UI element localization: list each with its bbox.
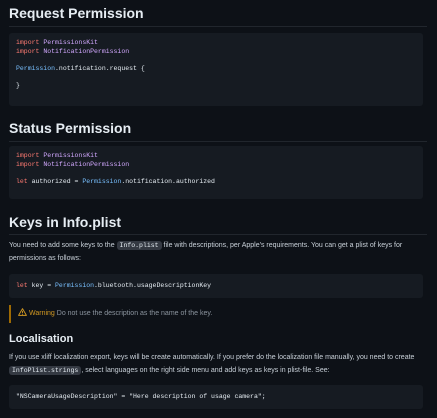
code-identifier: Permission (82, 177, 122, 185)
code-block-localisation: "NSCameraUsageDescription" = "Here descr… (9, 385, 423, 409)
code-text: } (16, 81, 20, 89)
code-text: = (43, 282, 56, 289)
code-text: .bluetooth.usageDescriptionKey (94, 282, 212, 289)
code-keyword: import (16, 47, 40, 55)
code-keyword: import (16, 160, 40, 168)
code-variable: key (31, 282, 44, 289)
code-keyword: let (16, 282, 28, 289)
heading-keys-info-plist: Keys in Info.plist (9, 214, 122, 230)
keys-paragraph: You need to add some keys to the Info.pl… (9, 240, 427, 265)
code-block-status: import PermissionsKit import Notificatio… (9, 146, 423, 199)
code-text: = (70, 177, 83, 185)
heading-request-permission: Request Permission (9, 5, 144, 21)
paragraph-text: You need to add some keys to the (9, 242, 117, 249)
code-block-keys: let key = Permission.bluetooth.usageDesc… (9, 274, 423, 298)
code-module: NotificationPermission (43, 160, 130, 168)
warning-text: Do not use the description as the name o… (54, 310, 213, 317)
readme-page: Request Permission import PermissionsKit… (0, 0, 437, 418)
code-keyword: import (16, 39, 40, 46)
paragraph-text: , select languages on the right side men… (81, 366, 330, 374)
code-string-value: "Here description of usage camera" (129, 393, 262, 400)
code-module: NotificationPermission (43, 47, 130, 55)
warning-title: Warning (29, 310, 55, 317)
inline-code-info-plist: Info.plist (116, 241, 162, 250)
heading-status-permission: Status Permission (9, 120, 132, 136)
code-identifier: Permission (16, 64, 56, 72)
heading-divider (9, 141, 427, 142)
code-identifier: Permission (55, 282, 95, 289)
code-text: .notification.authorized (121, 177, 215, 185)
warning-callout: Warning Do not use the description as th… (9, 305, 427, 323)
heading-divider (9, 26, 427, 27)
code-text: .notification.request { (55, 64, 145, 72)
code-string-key: "NSCameraUsageDescription" (16, 393, 118, 400)
paragraph-text: If you use xliff localization export, ke… (9, 354, 415, 361)
heading-divider (9, 234, 427, 235)
code-text: ; (261, 393, 266, 400)
localisation-paragraph: If you use xliff localization export, ke… (9, 352, 427, 377)
code-variable: authorized (31, 177, 71, 185)
code-module: PermissionsKit (43, 152, 98, 159)
code-text: = (117, 393, 130, 400)
code-block-request: import PermissionsKit import Notificatio… (9, 33, 423, 106)
code-module: PermissionsKit (43, 39, 98, 46)
heading-localisation: Localisation (9, 333, 74, 345)
warning-triangle-icon (18, 308, 27, 316)
code-keyword: let (16, 177, 28, 185)
code-keyword: import (16, 152, 40, 159)
inline-code-infoplist-strings: InfoPlist.strings (9, 365, 82, 375)
